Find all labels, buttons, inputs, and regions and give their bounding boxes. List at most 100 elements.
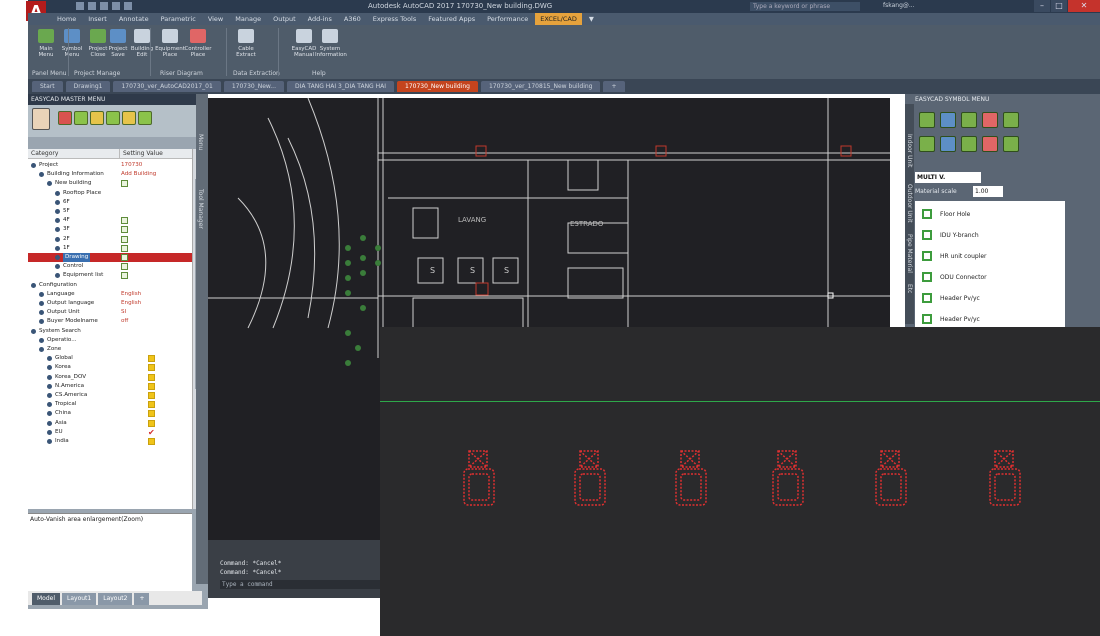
grid-row[interactable]: Language English [28,290,192,299]
ribbon-tab[interactable]: Output [268,13,301,25]
layout-tab[interactable]: Model [32,593,61,605]
vtab-menu[interactable]: Menu [197,134,204,150]
grid-row[interactable]: Buyer Modelname off [28,317,192,326]
grid-row[interactable]: Configuration [28,281,192,290]
zone-flag-icon[interactable] [148,392,155,399]
grid-row[interactable]: New building [28,179,192,188]
ribbon-tab[interactable]: Featured Apps [423,13,480,25]
floor-hole-symbol[interactable] [988,450,1022,508]
zone-flag-icon[interactable] [148,355,155,363]
redo-icon[interactable] [124,2,132,10]
symbol-tool-7-icon[interactable] [940,136,956,152]
checkbox[interactable] [121,263,128,271]
grid-row[interactable]: India [28,437,192,446]
system-select[interactable]: MULTI V. [915,172,981,183]
zone-flag-icon[interactable] [148,364,155,372]
ribbon-button-7-icon[interactable] [238,29,254,43]
symbol-vtab[interactable]: Indoor Unit [906,134,913,167]
symbol-tool-9-icon[interactable] [982,136,998,152]
document-tab[interactable]: DIA TANG HAI 3_DIA TANG HAI [287,81,394,92]
zone-flag-icon[interactable] [148,419,155,427]
ribbon-tab[interactable]: ▼ [584,13,599,25]
ribbon-tab[interactable]: Express Tools [368,13,421,25]
grid-row[interactable]: System Search [28,327,192,336]
ribbon-tab[interactable]: Home [52,13,81,25]
undo-icon[interactable] [112,2,120,10]
ribbon-button-2-icon[interactable] [90,29,106,43]
floor-hole-symbol[interactable] [874,450,908,508]
ribbon-button-label[interactable]: Equipment Place [155,46,185,58]
symbol-item[interactable]: Floor Hole [920,205,1060,225]
ribbon-tab[interactable]: Insert [83,13,112,25]
ribbon-button-8-icon[interactable] [296,29,312,43]
grid-row[interactable]: EU ✔ [28,428,192,437]
symbol-item[interactable]: Header Pv/yc [920,289,1060,309]
ribbon-tab[interactable]: Performance [482,13,533,25]
grid-row[interactable]: Operatio... [28,336,192,345]
ribbon-button-label[interactable]: Cable Extract [231,46,261,58]
checkbox[interactable] [121,244,128,252]
grid-row[interactable]: 5F [28,207,192,216]
material-scale-input[interactable]: 1.00 [973,186,1003,197]
grid-row[interactable]: Control [28,262,192,271]
symbol-tool-1-icon[interactable] [919,112,935,128]
tool-3-icon[interactable] [90,111,104,125]
checkbox[interactable] [121,226,128,234]
grid-row[interactable]: CS.America [28,391,192,400]
symbol-tool-4-icon[interactable] [982,112,998,128]
zone-flag-icon[interactable] [148,401,155,409]
grid-row[interactable]: Rooftop Place [28,189,192,198]
ribbon-button-label[interactable]: Building Edit [127,46,157,58]
search-input[interactable]: Type a keyword or phrase [750,2,860,11]
grid-row[interactable]: N.America [28,382,192,391]
ribbon-button-4-icon[interactable] [134,29,150,43]
document-tab[interactable]: 170730_New... [223,81,284,92]
grid-row[interactable]: Equipment list [28,271,192,280]
user-label[interactable]: fskang@... [883,2,915,9]
symbol-item[interactable]: ODU Connector [920,268,1060,288]
grid-row[interactable]: Output language English [28,299,192,308]
grid-row[interactable]: Zone [28,345,192,354]
symbol-vtab[interactable]: Etc [906,284,913,293]
row-value[interactable]: off [121,317,128,326]
grid-row[interactable]: 6F [28,198,192,207]
row-value[interactable]: English [121,299,141,308]
ribbon-button-5-icon[interactable] [162,29,178,43]
ribbon-tab[interactable]: EXCEL/CAD [535,13,582,25]
ribbon-button-9-icon[interactable] [322,29,338,43]
new-icon[interactable] [76,2,84,10]
tool-2-icon[interactable] [74,111,88,125]
grid-row[interactable]: Drawing [28,253,192,263]
document-tab[interactable]: + [603,81,625,92]
checkbox[interactable] [121,180,128,188]
grid-row[interactable]: Korea_DOV [28,373,192,382]
symbol-tool-10-icon[interactable] [1003,136,1019,152]
symbol-vtab[interactable]: Outdoor Unit [906,184,913,223]
ribbon-tab[interactable]: View [203,13,228,25]
ribbon-tab[interactable]: Parametric [156,13,201,25]
symbol-vtab[interactable]: Pipe Material [906,234,913,273]
checkbox[interactable] [121,272,128,280]
grid-row[interactable]: 2F [28,235,192,244]
document-tab[interactable]: Drawing1 [65,81,111,92]
grid-row[interactable]: Project 170730 [28,161,192,170]
tool-1-icon[interactable] [58,111,72,125]
grid-row[interactable]: Building Information Add Building [28,170,192,179]
user-avatar-icon[interactable] [32,108,50,130]
grid-row[interactable]: Global [28,354,192,363]
checkbox[interactable] [121,254,128,261]
row-value[interactable]: SI [121,308,126,317]
symbol-item[interactable]: IDU Y-branch [920,226,1060,246]
command-input[interactable]: Type a command [220,580,380,589]
tool-6-icon[interactable] [138,111,152,125]
floor-hole-symbol[interactable] [771,450,805,508]
ribbon-button-label[interactable]: Controller Place [183,46,213,58]
floor-hole-symbol[interactable] [462,450,496,508]
floor-hole-symbol[interactable] [573,450,607,508]
ribbon-tab[interactable]: Add-ins [303,13,337,25]
grid-row[interactable]: Tropical [28,400,192,409]
document-tab[interactable]: 170730_ver_170815_New building [480,81,601,92]
close-button[interactable]: ✕ [1068,0,1100,12]
ribbon-button-0-icon[interactable] [38,29,54,43]
checkbox[interactable] [121,235,128,243]
